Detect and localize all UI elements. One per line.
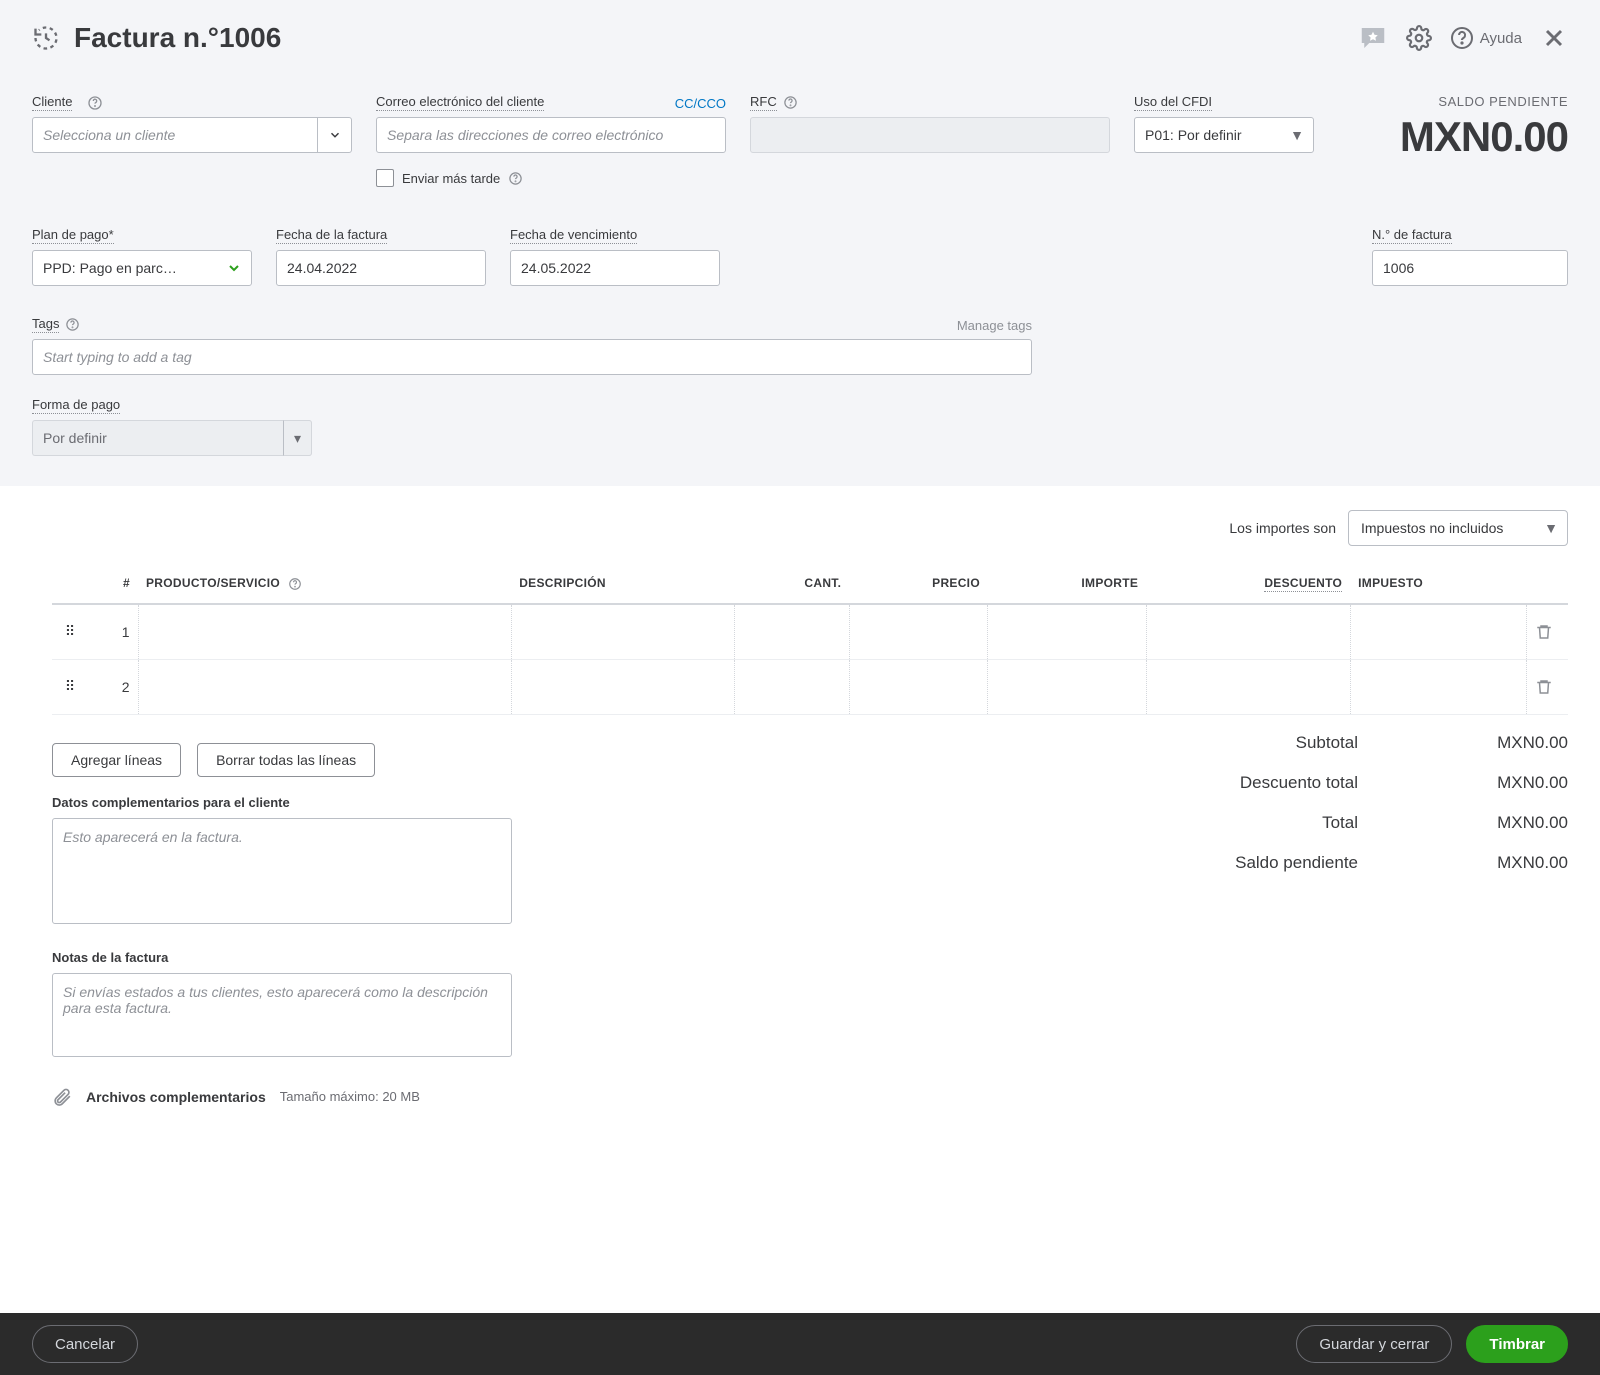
col-product: PRODUCTO/SERVICIO <box>138 564 511 604</box>
total-label: Total <box>1158 813 1358 833</box>
payment-form-label: Forma de pago <box>32 397 120 414</box>
col-price: PRECIO <box>849 564 988 604</box>
balance-amount: MXN0.00 <box>1400 113 1568 161</box>
paperclip-icon[interactable] <box>52 1087 72 1107</box>
plan-select[interactable]: PPD: Pago en parc… <box>32 250 252 286</box>
col-description: DESCRIPCIÓN <box>511 564 734 604</box>
cc-bcc-link[interactable]: CC/CCO <box>675 96 726 111</box>
send-later-checkbox[interactable] <box>376 169 394 187</box>
tax-inclusion-value: Impuestos no incluidos <box>1361 520 1503 536</box>
subtotal-label: Subtotal <box>1158 733 1358 753</box>
payment-form-select[interactable]: Por definir <box>32 420 312 456</box>
feedback-icon[interactable] <box>1358 23 1388 53</box>
cfdi-select[interactable]: P01: Por definir <box>1134 117 1314 153</box>
balance-due-value: MXN0.00 <box>1438 853 1568 873</box>
trash-icon[interactable] <box>1526 604 1568 660</box>
invoice-no-input[interactable] <box>1372 250 1568 286</box>
client-label: Cliente <box>32 94 72 111</box>
total-value: MXN0.00 <box>1438 813 1568 833</box>
balance-due-label: Saldo pendiente <box>1158 853 1358 873</box>
cfdi-value: P01: Por definir <box>1145 127 1242 143</box>
invoice-notes-textarea[interactable] <box>52 973 512 1057</box>
help-label: Ayuda <box>1480 30 1522 47</box>
invoice-notes-label: Notas de la factura <box>52 950 512 965</box>
header-bar: Factura n.°1006 Ayuda <box>32 22 1568 54</box>
col-amount: IMPORTE <box>988 564 1146 604</box>
cell-amount[interactable] <box>988 659 1146 714</box>
payment-form-value: Por definir <box>43 430 107 446</box>
email-input[interactable] <box>376 117 726 153</box>
client-select[interactable] <box>32 117 352 153</box>
gear-icon[interactable] <box>1406 25 1432 51</box>
col-tax: IMPUESTO <box>1350 564 1526 604</box>
table-row[interactable]: ⠿ 1 <box>52 604 1568 660</box>
footer-bar: Cancelar Guardar y cerrar Timbrar <box>0 1313 1600 1375</box>
cell-amount[interactable] <box>988 604 1146 660</box>
history-icon[interactable] <box>32 24 60 52</box>
cell-qty[interactable] <box>734 604 849 660</box>
trash-icon[interactable] <box>1526 659 1568 714</box>
line-items-table: # PRODUCTO/SERVICIO DESCRIPCIÓN CANT. PR… <box>52 564 1568 715</box>
customer-memo-label: Datos complementarios para el cliente <box>52 795 512 810</box>
row-number: 1 <box>88 604 138 660</box>
col-qty: CANT. <box>734 564 849 604</box>
discount-total-value: MXN0.00 <box>1438 773 1568 793</box>
cell-description[interactable] <box>511 659 734 714</box>
cell-product[interactable] <box>138 604 511 660</box>
manage-tags-link[interactable]: Manage tags <box>957 318 1032 333</box>
cell-price[interactable] <box>849 659 988 714</box>
add-lines-button[interactable]: Agregar líneas <box>52 743 181 777</box>
row-number: 2 <box>88 659 138 714</box>
cell-tax[interactable] <box>1350 604 1526 660</box>
tax-inclusion-select[interactable]: Impuestos no incluidos <box>1348 510 1568 546</box>
drag-handle-icon[interactable]: ⠿ <box>52 659 88 714</box>
invoice-no-label: N.° de factura <box>1372 227 1452 244</box>
table-row[interactable]: ⠿ 2 <box>52 659 1568 714</box>
col-hash: # <box>88 564 138 604</box>
due-date-input[interactable] <box>510 250 720 286</box>
invoice-date-label: Fecha de la factura <box>276 227 387 244</box>
email-label: Correo electrónico del cliente <box>376 94 544 111</box>
cell-discount[interactable] <box>1146 604 1350 660</box>
cell-product[interactable] <box>138 659 511 714</box>
timbrar-button[interactable]: Timbrar <box>1466 1325 1568 1363</box>
subtotal-value: MXN0.00 <box>1438 733 1568 753</box>
amounts-label: Los importes son <box>1229 520 1336 536</box>
cfdi-label: Uso del CFDI <box>1134 94 1212 111</box>
drag-handle-icon[interactable]: ⠿ <box>52 604 88 660</box>
rfc-label: RFC <box>750 94 777 111</box>
cell-tax[interactable] <box>1350 659 1526 714</box>
attachments-label: Archivos complementarios <box>86 1089 266 1105</box>
attachments-size: Tamaño máximo: 20 MB <box>280 1089 420 1104</box>
plan-label: Plan de pago* <box>32 227 114 244</box>
col-discount: DESCUENTO <box>1146 564 1350 604</box>
help-icon[interactable]: Ayuda <box>1450 26 1522 50</box>
tags-label: Tags <box>32 316 59 333</box>
send-later-label: Enviar más tarde <box>402 171 500 186</box>
cell-price[interactable] <box>849 604 988 660</box>
tags-input[interactable] <box>32 339 1032 375</box>
page-title: Factura n.°1006 <box>74 22 281 54</box>
cell-description[interactable] <box>511 604 734 660</box>
due-date-label: Fecha de vencimiento <box>510 227 637 244</box>
clear-lines-button[interactable]: Borrar todas las líneas <box>197 743 375 777</box>
balance-label: SALDO PENDIENTE <box>1400 94 1568 109</box>
close-icon[interactable] <box>1540 24 1568 52</box>
save-close-button[interactable]: Guardar y cerrar <box>1296 1325 1452 1363</box>
cancel-button[interactable]: Cancelar <box>32 1325 138 1363</box>
plan-value: PPD: Pago en parc… <box>43 260 177 276</box>
cell-qty[interactable] <box>734 659 849 714</box>
discount-total-label: Descuento total <box>1158 773 1358 793</box>
rfc-input <box>750 117 1110 153</box>
cell-discount[interactable] <box>1146 659 1350 714</box>
invoice-date-input[interactable] <box>276 250 486 286</box>
customer-memo-textarea[interactable] <box>52 818 512 924</box>
